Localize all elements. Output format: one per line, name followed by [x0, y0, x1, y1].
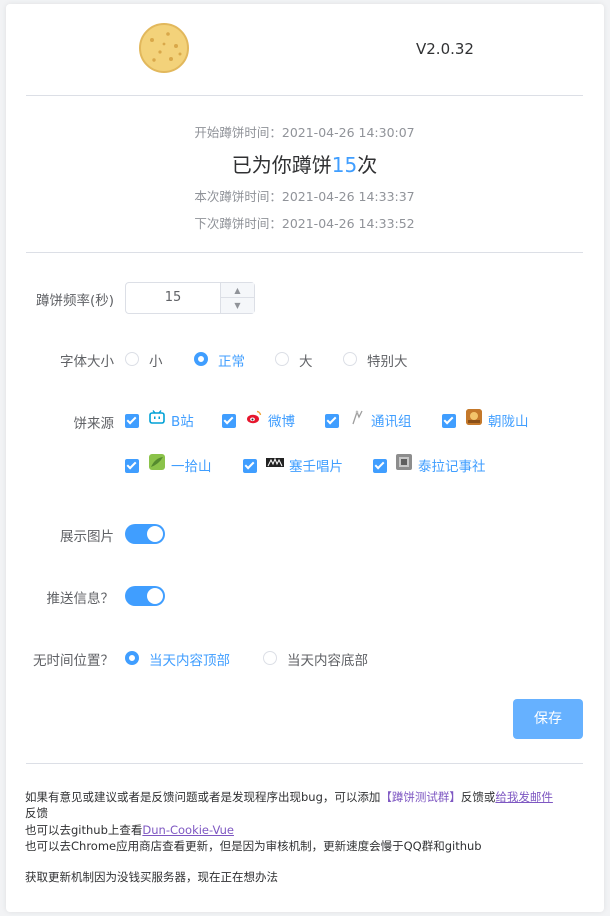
- telegram-group-icon: [349, 409, 365, 425]
- source-label-telegram-group[interactable]: 通讯组: [371, 410, 412, 430]
- sources-label: 饼来源: [73, 416, 115, 432]
- divider: [26, 252, 583, 253]
- start-time-value: 2021-04-26 14:30:07: [281, 125, 415, 140]
- settings-card: V2.0.32 开始蹲饼时间：2021-04-26 14:30:07 已为你蹲饼…: [6, 4, 604, 912]
- source-label-yishishan[interactable]: 一拾山: [171, 455, 212, 475]
- show-image-toggle[interactable]: [125, 524, 165, 544]
- position-radio-bottom[interactable]: [263, 651, 277, 665]
- font-size-option-large[interactable]: 大: [299, 350, 313, 370]
- next-time-label: 下次蹲饼时间：: [194, 216, 282, 231]
- terra-journal-icon: [396, 454, 412, 470]
- cookie-logo-icon: [138, 22, 190, 74]
- next-time-value: 2021-04-26 14:33:52: [281, 216, 415, 231]
- position-option-bottom[interactable]: 当天内容底部: [287, 649, 368, 669]
- source-label-siren-records[interactable]: 塞壬唱片: [289, 455, 343, 475]
- feedback-mid-text: 反馈或: [460, 790, 496, 804]
- position-radio-top[interactable]: [125, 651, 139, 665]
- start-time-label: 开始蹲饼时间：: [194, 125, 282, 140]
- this-time-label: 本次蹲饼时间：: [194, 189, 282, 204]
- chrome-store-line: 也可以去Chrome应用商店查看更新，但是因为审核机制，更新速度会慢于QQ群和g…: [25, 839, 482, 853]
- font-size-radio-normal[interactable]: [194, 352, 208, 366]
- test-group-link[interactable]: 【蹲饼测试群】: [380, 790, 461, 804]
- source-checkbox-chaolongshan[interactable]: [442, 414, 456, 428]
- no-time-position-label: 无时间位置？: [33, 653, 114, 669]
- github-link[interactable]: Dun-Cookie-Vue: [142, 823, 234, 837]
- source-label-bilibili[interactable]: B站: [171, 410, 194, 430]
- version-label: V2.0.32: [416, 40, 474, 58]
- source-checkbox-bilibili[interactable]: [125, 414, 139, 428]
- font-size-option-small[interactable]: 小: [149, 350, 163, 370]
- feedback-text: 如果有意见或建议或者是反馈问题或者是发现程序出现bug，可以添加: [25, 790, 381, 804]
- frequency-stepper[interactable]: 15 ▲ ▼: [125, 282, 255, 314]
- source-label-chaolongshan[interactable]: 朝陇山: [488, 410, 529, 430]
- source-checkbox-telegram-group[interactable]: [325, 414, 339, 428]
- update-mechanism-note: 获取更新机制因为没钱买服务器，现在正在想办法: [25, 870, 278, 884]
- this-time-value: 2021-04-26 14:33:37: [281, 189, 415, 204]
- frequency-label: 蹲饼频率(秒): [35, 293, 114, 309]
- headline-prefix: 已为你蹲饼: [231, 153, 332, 177]
- source-checkbox-weibo[interactable]: [222, 414, 236, 428]
- divider: [26, 95, 583, 96]
- this-time-row: 本次蹲饼时间：2021-04-26 14:33:37: [26, 186, 583, 205]
- github-text: 也可以去github上查看: [25, 823, 143, 837]
- start-time-row: 开始蹲饼时间：2021-04-26 14:30:07: [26, 122, 583, 141]
- font-size-option-normal[interactable]: 正常: [218, 350, 245, 370]
- github-line: 也可以去github上查看Dun-Cookie-Vue: [25, 822, 234, 838]
- push-info-label: 推送信息？: [46, 591, 115, 607]
- decrease-chevron-down-icon[interactable]: ▼: [221, 298, 254, 313]
- feedback-line: 如果有意见或建议或者是反馈问题或者是发现程序出现bug，可以添加【蹲饼测试群】反…: [25, 789, 585, 805]
- source-checkbox-terra-journal[interactable]: [373, 459, 387, 473]
- headline-suffix: 次: [357, 153, 378, 177]
- weibo-icon: [246, 409, 262, 425]
- bilibili-icon: [149, 409, 165, 425]
- font-size-label: 字体大小: [60, 354, 114, 370]
- push-info-toggle[interactable]: [125, 586, 165, 606]
- increase-chevron-up-icon[interactable]: ▲: [221, 283, 254, 298]
- feedback-end: 反馈: [25, 806, 48, 820]
- yishishan-icon: [149, 454, 165, 470]
- font-size-option-xlarge[interactable]: 特别大: [367, 350, 408, 370]
- chaolongshan-icon: [466, 409, 482, 425]
- stepper-buttons: ▲ ▼: [220, 283, 254, 313]
- source-checkbox-yishishan[interactable]: [125, 459, 139, 473]
- save-button[interactable]: 保存: [513, 699, 583, 739]
- email-link[interactable]: 给我发邮件: [495, 790, 553, 804]
- frequency-value[interactable]: 15: [126, 283, 220, 313]
- divider: [26, 763, 583, 764]
- font-size-radio-xlarge[interactable]: [343, 352, 357, 366]
- font-size-radio-large[interactable]: [275, 352, 289, 366]
- source-label-terra-journal[interactable]: 泰拉记事社: [418, 455, 486, 475]
- siren-records-icon: [266, 454, 284, 470]
- font-size-radio-small[interactable]: [125, 352, 139, 366]
- next-time-row: 下次蹲饼时间：2021-04-26 14:33:52: [26, 213, 583, 232]
- source-checkbox-siren-records[interactable]: [243, 459, 257, 473]
- source-label-weibo[interactable]: 微博: [268, 410, 295, 430]
- show-image-label: 展示图片: [60, 529, 114, 545]
- cookie-count-headline: 已为你蹲饼15次: [26, 149, 583, 178]
- headline-count: 15: [331, 153, 358, 177]
- position-option-top[interactable]: 当天内容顶部: [149, 649, 230, 669]
